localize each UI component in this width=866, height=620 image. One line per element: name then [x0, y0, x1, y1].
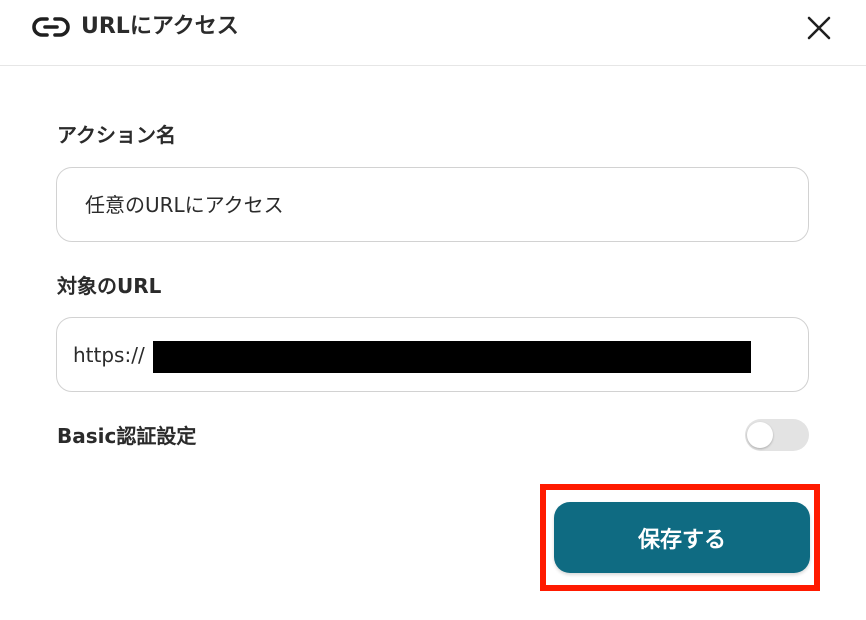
action-name-value: 任意のURLにアクセス — [85, 193, 284, 217]
action-name-label: アクション名 — [57, 123, 176, 147]
dialog-title: URLにアクセス — [81, 14, 239, 39]
link-icon — [32, 15, 70, 39]
close-icon — [806, 15, 832, 45]
basic-auth-toggle[interactable] — [745, 419, 809, 451]
dialog-header: URLにアクセス — [0, 0, 866, 66]
target-url-label: 対象のURL — [57, 274, 162, 298]
url-access-dialog: URLにアクセス アクション名 任意のURLにアクセス 対象のURL https… — [0, 0, 866, 620]
basic-auth-label: Basic認証設定 — [57, 424, 197, 448]
target-url-input[interactable]: https:// — [56, 317, 809, 392]
close-button[interactable] — [803, 14, 835, 46]
action-name-input[interactable]: 任意のURLにアクセス — [56, 167, 809, 242]
save-button[interactable]: 保存する — [554, 502, 810, 573]
toggle-knob — [747, 422, 773, 448]
target-url-value: https:// — [73, 343, 145, 367]
redacted-url-block — [153, 341, 751, 373]
